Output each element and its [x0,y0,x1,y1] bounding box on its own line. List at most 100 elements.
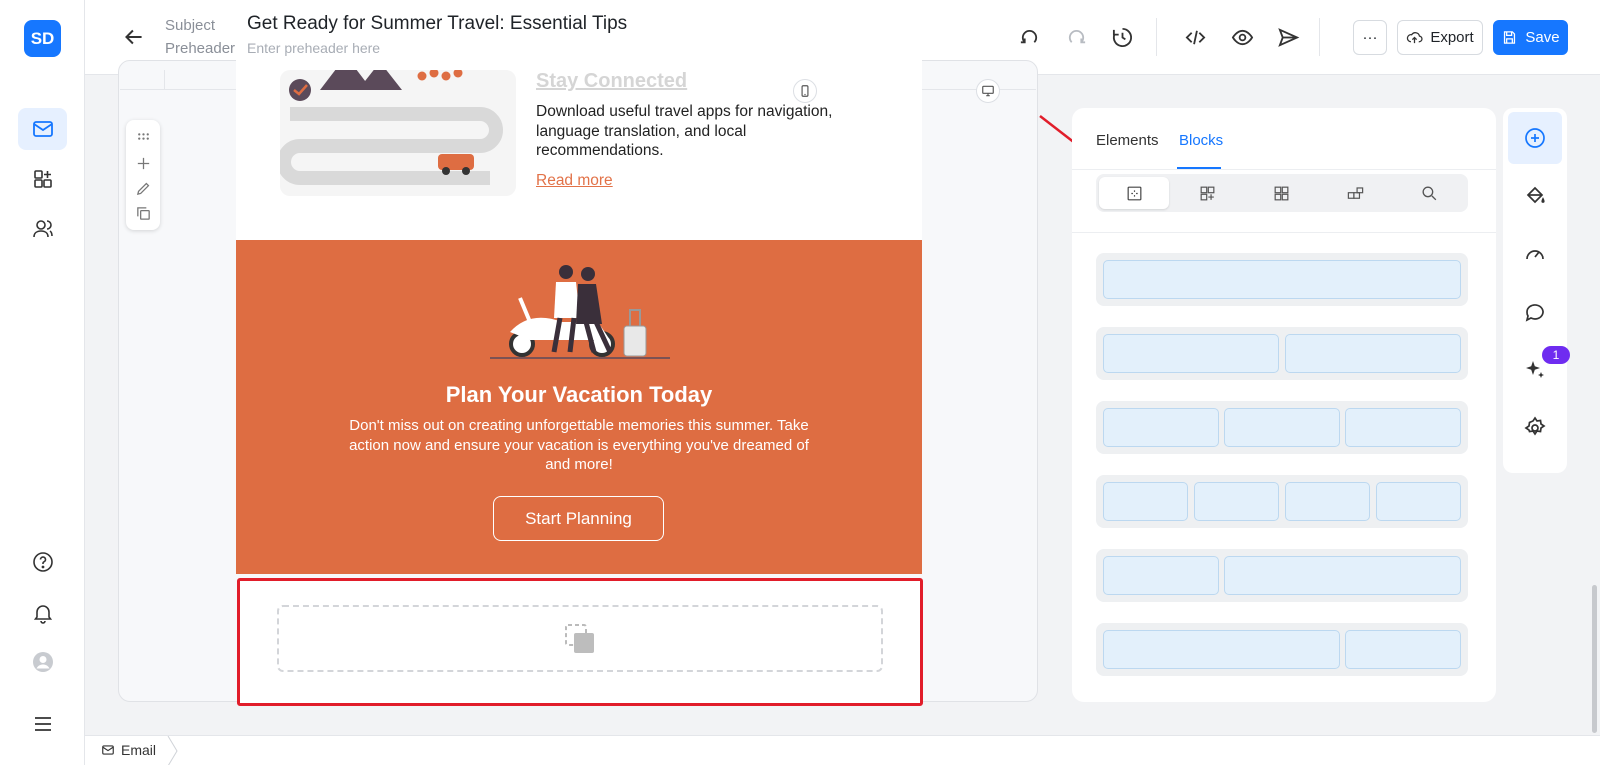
email-content: Stay Connected Download useful travel ap… [236,56,922,574]
paint-bucket-icon [1526,186,1545,204]
breadcrumb[interactable]: Email [101,742,156,758]
tab-elements[interactable]: Elements [1096,132,1159,149]
ai-badge: 1 [1542,346,1570,364]
drag-handle-icon [137,132,149,140]
read-more-link[interactable]: Read more [536,172,613,190]
performance-button[interactable] [1508,228,1562,280]
panel-divider [1072,169,1496,170]
promo-section[interactable]: Plan Your Vacation Today Don't miss out … [236,240,922,574]
block-toolbar [126,120,160,230]
settings-icon [1524,416,1546,436]
plus-icon [137,157,149,169]
drag-handle[interactable] [133,126,153,146]
category-saved-blocks[interactable] [1320,177,1390,209]
travel-illustration [277,56,516,196]
help-icon [32,552,53,572]
category-grid[interactable] [1246,177,1316,209]
category-search[interactable] [1394,177,1464,209]
start-planning-button[interactable]: Start Planning [493,496,664,541]
history-button[interactable] [1107,22,1137,52]
status-bar: Email [85,735,1600,765]
cloud-upload-icon [1407,32,1423,44]
subject-label: Subject [165,17,216,34]
layout-2-1-columns[interactable] [1096,623,1468,676]
styles-button[interactable] [1508,170,1562,222]
sidebar-item-contacts[interactable] [18,208,67,250]
sparkles-icon [1526,361,1544,378]
save-label: Save [1525,29,1560,46]
layout-2-columns[interactable] [1096,327,1468,380]
more-button[interactable]: ··· [1353,20,1387,55]
breadcrumb-chevron-icon [167,736,178,765]
add-content-button[interactable] [1508,112,1562,164]
desktop-icon [982,85,994,97]
save-button[interactable]: Save [1493,20,1568,55]
right-toolbar [1503,108,1567,473]
blocks-panel: Elements Blocks [1072,108,1496,702]
empty-block-dropzone[interactable] [277,605,883,672]
toolbar-divider [1319,18,1320,56]
mobile-icon [801,85,809,97]
promo-title: Plan Your Vacation Today [445,382,713,407]
left-sidebar: SD [0,0,85,765]
scrollbar[interactable] [1592,585,1597,733]
profile-button[interactable] [18,641,67,683]
panel-divider [1072,232,1496,233]
speedometer-icon [1526,250,1544,260]
mobile-view-toggle[interactable] [793,79,817,103]
grid-icon [1274,186,1288,200]
help-button[interactable] [18,541,67,583]
sidebar-item-email[interactable] [18,108,67,150]
redo-button[interactable] [1061,22,1091,52]
mail-icon [102,745,114,755]
blocks-icon [33,170,52,188]
back-arrow-icon[interactable] [121,24,147,50]
pencil-icon [136,182,149,195]
category-add-block[interactable] [1172,177,1242,209]
notifications-button[interactable] [18,592,67,634]
edit-block-button[interactable] [133,178,153,198]
code-icon [1185,30,1205,44]
settings-button[interactable] [1508,402,1562,454]
subject-input[interactable]: Get Ready for Summer Travel: Essential T… [247,13,627,35]
block-category-selector [1096,174,1468,212]
desktop-view-toggle[interactable] [976,79,1000,103]
code-button[interactable] [1180,22,1210,52]
section-text: Download useful travel apps for navigati… [536,103,833,159]
category-layout[interactable] [1099,177,1169,209]
export-button[interactable]: Export [1397,20,1483,55]
comments-button[interactable] [1508,286,1562,338]
empty-block-highlight[interactable] [237,578,923,706]
saved-blocks-icon [1347,186,1363,199]
layout-1-column[interactable] [1096,253,1468,306]
add-block-button[interactable] [133,153,153,173]
menu-button[interactable] [18,703,67,745]
section-heading: Stay Connected [536,70,688,92]
undo-icon [1020,29,1037,43]
layout-3-columns[interactable] [1096,401,1468,454]
preview-button[interactable] [1227,22,1257,52]
preheader-input[interactable]: Enter preheader here [247,40,380,56]
layout-1-2-columns[interactable] [1096,549,1468,602]
sidebar-item-templates[interactable] [18,158,67,200]
save-icon [1504,31,1516,44]
history-icon [1112,27,1132,47]
image-placeholder-icon [565,623,594,653]
add-block-icon [1200,186,1214,200]
eye-icon [1231,29,1253,45]
layout-icon [1127,186,1141,200]
layout-4-columns[interactable] [1096,475,1468,528]
search-icon [1421,185,1436,200]
breadcrumb-label: Email [121,742,157,758]
send-button[interactable] [1273,22,1303,52]
app-logo[interactable]: SD [24,20,61,57]
undo-button[interactable] [1014,22,1044,52]
chat-icon [1525,304,1544,322]
promo-body: Don't miss out on creating unforgettable… [349,417,809,473]
duplicate-block-button[interactable] [133,203,153,223]
tip-section[interactable]: Stay Connected Download useful travel ap… [236,56,922,240]
send-icon [1277,27,1299,47]
tab-blocks[interactable]: Blocks [1179,132,1223,149]
avatar-icon [32,652,53,672]
mail-icon [32,121,53,137]
